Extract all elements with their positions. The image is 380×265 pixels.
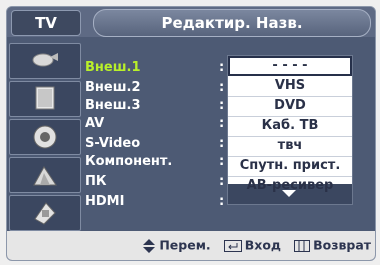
input-list: Внеш.1 Внеш.2 Внеш.3 AV S-Video Компонен… <box>85 39 371 231</box>
menu-sidebar <box>9 39 81 231</box>
source-tab[interactable]: TV <box>11 10 81 36</box>
dropdown-option-vhs[interactable]: VHS <box>228 76 352 97</box>
dropdown-option-satellite[interactable]: Спутн. прист. <box>228 156 352 177</box>
up-down-arrow-icon <box>143 238 156 253</box>
return-icon <box>294 239 311 252</box>
monitor-icon <box>35 86 55 110</box>
satellite-dish-icon <box>32 53 58 67</box>
sidebar-item-picture[interactable] <box>9 81 81 117</box>
scroll-down-arrow-icon[interactable] <box>282 190 296 197</box>
sidebar-item-channel[interactable] <box>9 43 81 79</box>
footer-hints: Перем. Вход Возврат <box>142 237 371 254</box>
speaker-icon <box>33 125 57 149</box>
settings-icon <box>34 202 56 225</box>
sidebar-item-antenna[interactable] <box>9 157 81 193</box>
input-label-av[interactable]: AV <box>85 115 225 133</box>
sidebar-item-sound[interactable] <box>9 119 81 155</box>
channel-antenna-icon <box>33 166 57 186</box>
input-label-pc[interactable]: ПК <box>85 173 225 191</box>
screen: TV Редактир. Назв. Внеш.1 Внеш.2 Внеш.3 … <box>0 0 380 265</box>
enter-icon <box>223 239 242 252</box>
dropdown-option-cable[interactable]: Каб. ТВ <box>228 116 352 137</box>
dropdown-option-hdtv[interactable]: твч <box>228 136 352 157</box>
input-label-ext3[interactable]: Внеш.3 <box>85 97 225 115</box>
dropdown-option-dvd[interactable]: DVD <box>228 96 352 117</box>
dropdown-option-none[interactable]: - - - - <box>228 56 352 76</box>
osd-panel: TV Редактир. Назв. Внеш.1 Внеш.2 Внеш.3 … <box>6 6 376 261</box>
move-hint: Перем. <box>159 237 211 253</box>
name-dropdown[interactable]: - - - - VHS DVD Каб. ТВ твч Спутн. прист… <box>227 55 353 205</box>
sidebar-item-settings[interactable] <box>9 195 81 231</box>
input-label-ext2[interactable]: Внеш.2 <box>85 79 225 97</box>
input-label-hdmi[interactable]: HDMI <box>85 193 225 211</box>
title-bar: TV Редактир. Назв. <box>7 7 375 37</box>
input-label-svideo[interactable]: S-Video <box>85 135 225 153</box>
footer-help-bar: Перем. Вход Возврат <box>7 231 375 260</box>
page-title: Редактир. Назв. <box>93 9 371 37</box>
enter-hint: Вход <box>244 237 282 253</box>
return-hint: Возврат <box>313 237 371 253</box>
input-label-component[interactable]: Компонент. <box>85 153 225 171</box>
input-label-ext1[interactable]: Внеш.1 <box>85 59 225 77</box>
